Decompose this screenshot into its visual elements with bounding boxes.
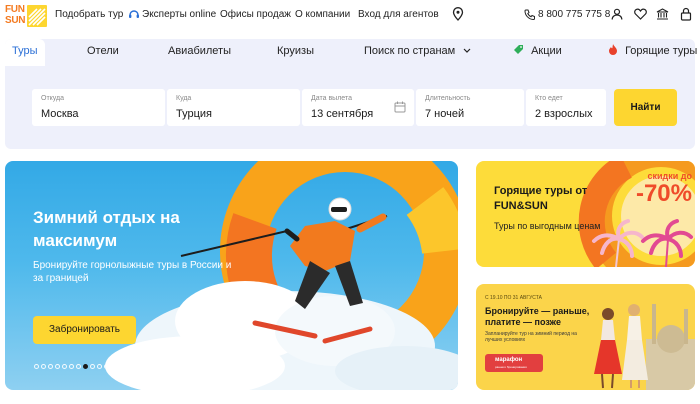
slider-dot[interactable] [181, 364, 186, 369]
hero-title: Зимний отдых на максимум [33, 208, 180, 250]
user-icon[interactable] [611, 8, 623, 20]
tab-promotions[interactable]: Акции [513, 39, 562, 66]
tab-label: Поиск по странам [364, 45, 456, 57]
from-value: Москва [41, 108, 79, 120]
destination-field[interactable]: Куда Турция [167, 89, 300, 126]
heart-icon[interactable] [634, 8, 647, 20]
discount-block: скидки до -70% [608, 171, 692, 207]
calendar-icon [394, 101, 406, 113]
from-label: Откуда [41, 95, 65, 102]
tab-cruises[interactable]: Круизы [277, 39, 314, 66]
bank-icon[interactable] [656, 8, 669, 20]
lock-icon[interactable] [680, 7, 692, 21]
search-panel: Туры Отели Авиабилеты Круизы Поиск по ст… [5, 39, 697, 149]
date-label: Дата вылета [311, 95, 352, 102]
tab-label: Отели [87, 45, 119, 57]
brand-logo[interactable]: FUN SUN [5, 4, 47, 28]
tab-label: Акции [531, 45, 562, 57]
nav-offices[interactable]: Офисы продаж [220, 9, 291, 20]
slider-dot[interactable] [76, 364, 81, 369]
slider-dot[interactable] [48, 364, 53, 369]
logo-text-top: FUN [5, 4, 25, 15]
search-tabs: Туры Отели Авиабилеты Круизы Поиск по ст… [5, 39, 697, 66]
slider-dot[interactable] [118, 364, 123, 369]
early-booking-subtitle: Запланируйте тур на зимний период на луч… [485, 331, 577, 343]
promo-period: С 19.10 ПО 31 АВГУСТА [485, 295, 542, 301]
hero-subtitle: Бронируйте горнолыжные туры в России и з… [33, 260, 232, 284]
slider-dot[interactable] [146, 364, 151, 369]
nav-pick-tour[interactable]: Подобрать тур [55, 9, 123, 20]
hot-tours-subtitle: Туры по выгодным ценам [494, 221, 601, 231]
slider-dot[interactable] [174, 364, 179, 369]
badge-subtitle: раннего бронирования [495, 365, 527, 369]
slider-dot[interactable] [111, 364, 116, 369]
logo-sun-icon [27, 5, 47, 27]
early-booking-title: Бронируйте — раньше, платите — позже [485, 306, 590, 327]
tab-hotels[interactable]: Отели [87, 39, 119, 66]
slider-dot[interactable] [90, 364, 95, 369]
logo-text-bottom: SUN [5, 15, 26, 26]
tab-label: Круизы [277, 45, 314, 57]
slider-dot[interactable] [132, 364, 137, 369]
tab-label: Горящие туры [625, 45, 698, 57]
nav-agents-login[interactable]: Вход для агентов [358, 9, 439, 20]
guests-label: Кто едет [535, 95, 563, 102]
slider-dot[interactable] [34, 364, 39, 369]
tag-icon [514, 45, 523, 54]
duration-field[interactable]: Длительность 7 ночей [416, 89, 524, 126]
chevron-down-icon [463, 48, 471, 53]
fire-icon [609, 44, 617, 55]
hot-tours-banner[interactable]: Горящие туры от FUN&SUN Туры по выгодным… [476, 161, 695, 267]
hero-banner[interactable]: Зимний отдых на максимум Бронируйте горн… [5, 161, 458, 390]
slider-dot[interactable] [104, 364, 109, 369]
from-field[interactable]: Откуда Москва [32, 89, 165, 126]
hot-tours-title: Горящие туры от FUN&SUN [494, 185, 588, 212]
nav-experts-online[interactable]: Эксперты online [142, 9, 216, 20]
tab-label: Туры [12, 45, 38, 57]
phone-icon [524, 9, 535, 20]
slider-dot[interactable] [153, 364, 158, 369]
slider-dot[interactable] [167, 364, 172, 369]
slider-dot[interactable] [188, 364, 193, 369]
slider-dot[interactable] [83, 364, 88, 369]
tab-flights[interactable]: Авиабилеты [168, 39, 231, 66]
slider-dot[interactable] [160, 364, 165, 369]
slider-dot[interactable] [41, 364, 46, 369]
duration-value: 7 ночей [425, 108, 465, 120]
slider-dot[interactable] [69, 364, 74, 369]
destination-value: Турция [176, 108, 212, 120]
slider-dot[interactable] [125, 364, 130, 369]
phone-number[interactable]: 8 800 775 775 8 [538, 9, 610, 20]
slider-dot[interactable] [195, 364, 200, 369]
top-header: FUN SUN Подобрать тур Эксперты online Оф… [0, 0, 700, 32]
slider-dot[interactable] [62, 364, 67, 369]
location-pin-icon[interactable] [452, 7, 464, 21]
find-button[interactable]: Найти [614, 89, 677, 126]
nav-about[interactable]: О компании [295, 9, 350, 20]
early-booking-banner[interactable]: С 19.10 ПО 31 АВГУСТА Бронируйте — раньш… [476, 284, 695, 390]
marathon-badge: марафон раннего бронирования [485, 354, 543, 372]
tab-search-by-country[interactable]: Поиск по странам [364, 39, 471, 66]
tab-label: Авиабилеты [168, 45, 232, 57]
guests-value: 2 взрослых [535, 108, 593, 120]
destination-label: Куда [176, 95, 192, 102]
date-value: 13 сентября [311, 108, 374, 120]
slider-dot[interactable] [97, 364, 102, 369]
book-button[interactable]: Забронировать [33, 316, 136, 344]
headset-icon [129, 10, 139, 18]
slider-dot[interactable] [55, 364, 60, 369]
departure-date-field[interactable]: Дата вылета 13 сентября [302, 89, 414, 126]
duration-label: Длительность [425, 95, 471, 102]
discount-value: -70% [635, 180, 692, 207]
badge-title: марафон [495, 357, 523, 363]
tab-hot-tours[interactable]: Горящие туры [608, 39, 697, 66]
slider-dot[interactable] [139, 364, 144, 369]
tab-tours[interactable]: Туры [5, 39, 45, 66]
guests-field[interactable]: Кто едет 2 взрослых [526, 89, 606, 126]
